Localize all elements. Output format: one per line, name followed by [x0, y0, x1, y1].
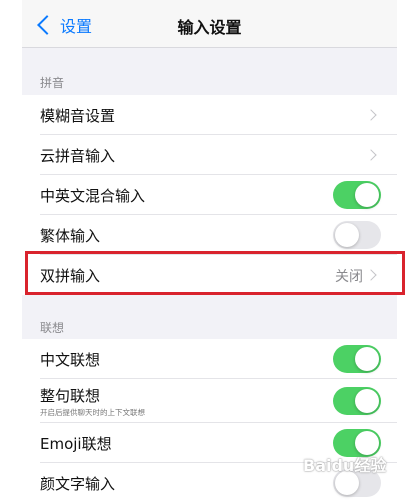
- row-label: 颜文字输入: [40, 475, 116, 493]
- chevron-right-icon: [365, 149, 377, 161]
- row-value: 关闭: [335, 269, 363, 285]
- association-group: 中文联想 整句联想 开启后提供聊天时的上下文联想 Emoji联想 颜文字输入: [22, 339, 397, 500]
- row-label: 繁体输入: [40, 227, 101, 245]
- chevron-right-icon: [365, 269, 377, 281]
- sentence-association-toggle[interactable]: [333, 387, 381, 415]
- toggle-knob: [355, 347, 379, 371]
- chinese-association-toggle[interactable]: [333, 345, 381, 373]
- row-label: 中文联想: [40, 351, 101, 369]
- navigation-bar: 设置 输入设置: [22, 0, 397, 48]
- row-fuzzy-pinyin[interactable]: 模糊音设置: [22, 95, 397, 135]
- traditional-input-toggle[interactable]: [333, 221, 381, 249]
- toggle-knob: [355, 183, 379, 207]
- row-label: 云拼音输入: [40, 147, 116, 165]
- page-title: 输入设置: [177, 18, 242, 37]
- chevron-right-icon: [365, 109, 377, 121]
- nav-divider: [22, 47, 397, 48]
- row-cloud-pinyin[interactable]: 云拼音输入: [22, 135, 397, 175]
- mixed-input-toggle[interactable]: [333, 181, 381, 209]
- row-label: 整句联想: [40, 387, 101, 405]
- toggle-knob: [355, 431, 379, 455]
- row-label: Emoji联想: [40, 435, 112, 453]
- row-traditional-input: 繁体输入: [22, 215, 397, 255]
- section-header-pinyin: 拼音: [40, 76, 65, 90]
- row-subtitle: 开启后提供聊天时的上下文联想: [40, 408, 145, 417]
- row-chinese-association: 中文联想: [22, 339, 397, 379]
- pinyin-group: 模糊音设置 云拼音输入 中英文混合输入 繁体输入 双拼输入 关闭: [22, 95, 397, 295]
- settings-screen: 设置 输入设置 拼音 模糊音设置 云拼音输入 中英文混合输入 繁体输入 双拼输入…: [22, 0, 397, 500]
- kaomoji-input-toggle[interactable]: [333, 469, 381, 497]
- emoji-association-toggle[interactable]: [333, 429, 381, 457]
- row-label: 中英文混合输入: [40, 187, 146, 205]
- toggle-knob: [355, 389, 379, 413]
- section-header-association: 联想: [40, 321, 65, 335]
- toggle-knob: [335, 471, 359, 495]
- row-label: 模糊音设置: [40, 107, 116, 125]
- row-kaomoji-input: 颜文字输入: [22, 463, 397, 500]
- row-mixed-input: 中英文混合输入: [22, 175, 397, 215]
- row-emoji-association: Emoji联想: [22, 423, 397, 463]
- row-double-pinyin[interactable]: 双拼输入 关闭: [22, 255, 397, 295]
- row-label: 双拼输入: [40, 267, 101, 285]
- row-sentence-association: 整句联想 开启后提供聊天时的上下文联想: [22, 379, 397, 423]
- toggle-knob: [335, 223, 359, 247]
